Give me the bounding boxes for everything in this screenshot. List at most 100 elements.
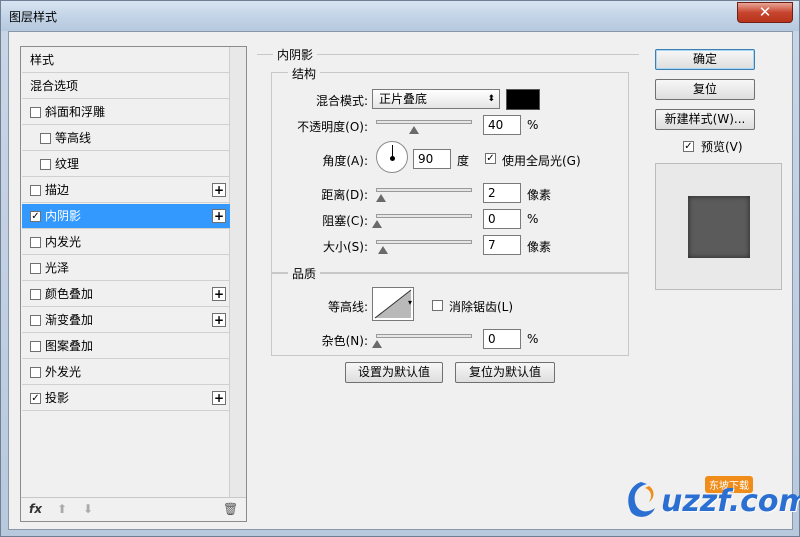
style-list-item-label: 颜色叠加: [45, 287, 94, 301]
distance-input[interactable]: 2: [483, 183, 521, 203]
distance-slider[interactable]: [376, 188, 472, 192]
section-title: 内阴影: [273, 46, 318, 63]
style-list-item[interactable]: 纹理: [22, 152, 230, 177]
style-list-item-label: 纹理: [55, 157, 80, 171]
style-checkbox[interactable]: [30, 289, 41, 300]
style-checkbox[interactable]: [30, 263, 41, 274]
style-checkbox[interactable]: [30, 107, 41, 118]
style-list-item[interactable]: 混合选项: [22, 74, 230, 99]
style-list-item[interactable]: 斜面和浮雕: [22, 100, 230, 125]
chevron-updown-icon: ⬍: [487, 94, 495, 104]
choke-slider[interactable]: [376, 214, 472, 218]
new-style-button[interactable]: 新建样式(W)...: [655, 109, 755, 130]
opacity-input[interactable]: 40: [483, 115, 521, 135]
angle-dial[interactable]: [376, 141, 408, 173]
choke-slider-thumb[interactable]: [372, 220, 382, 228]
choke-label: 阻塞(C):: [322, 214, 368, 228]
style-list-scrollbar[interactable]: [229, 47, 246, 499]
style-checkbox[interactable]: [30, 315, 41, 326]
style-list-item[interactable]: 等高线: [22, 126, 230, 151]
style-list-item[interactable]: 图案叠加: [22, 334, 230, 359]
add-style-instance-button[interactable]: +: [212, 209, 226, 223]
style-list-item-label: 光泽: [45, 261, 70, 275]
style-list-item[interactable]: ✓ 内阴影 +: [22, 204, 230, 229]
style-list-item[interactable]: 光泽: [22, 256, 230, 281]
opacity-slider-thumb[interactable]: [409, 126, 420, 134]
size-slider-thumb[interactable]: [378, 246, 388, 254]
add-style-instance-button[interactable]: +: [212, 183, 226, 197]
title-bar[interactable]: 图层样式 ✕: [1, 1, 799, 31]
style-list-item-label: 渐变叠加: [45, 313, 94, 327]
add-style-instance-button[interactable]: +: [212, 391, 226, 405]
shadow-color-swatch[interactable]: [506, 89, 540, 110]
style-checkbox[interactable]: [30, 237, 41, 248]
checkmark-icon: ✓: [684, 141, 693, 152]
style-checkbox[interactable]: ✓: [30, 211, 41, 222]
distance-label: 距离(D):: [321, 188, 368, 202]
style-checkbox[interactable]: [30, 341, 41, 352]
style-checkbox[interactable]: [30, 367, 41, 378]
style-list-item[interactable]: 颜色叠加 +: [22, 282, 230, 307]
style-list-item[interactable]: 样式: [22, 48, 230, 73]
reset-default-button[interactable]: 复位为默认值: [455, 362, 555, 383]
style-checkbox[interactable]: [30, 185, 41, 196]
noise-slider-thumb[interactable]: [372, 340, 382, 348]
contour-curve-icon: [374, 289, 412, 319]
style-list-item[interactable]: 外发光: [22, 360, 230, 385]
style-list-item-label: 样式: [30, 53, 55, 67]
style-checkbox[interactable]: [40, 133, 51, 144]
preview-checkbox[interactable]: ✓: [683, 141, 694, 152]
style-list-footer: fx ⬆ ⬇ 🗑: [21, 497, 246, 521]
distance-slider-thumb[interactable]: [376, 194, 386, 202]
style-checkbox[interactable]: ✓: [30, 393, 41, 404]
noise-unit: %: [527, 332, 539, 346]
checkmark-icon: ✓: [31, 393, 40, 404]
angle-input[interactable]: 90: [413, 149, 451, 169]
size-unit: 像素: [527, 240, 552, 254]
style-list-item-label: 外发光: [45, 365, 82, 379]
move-down-icon[interactable]: ⬇: [83, 502, 93, 516]
blend-mode-select[interactable]: 正片叠底 ⬍: [372, 89, 500, 109]
size-label: 大小(S):: [322, 240, 368, 254]
noise-label: 杂色(N):: [321, 334, 368, 348]
checkmark-icon: ✓: [486, 153, 495, 164]
quality-group: 品质 等高线: ▾ 消除锯齿(L) 杂色(N): 0 %: [271, 265, 629, 356]
style-list-item[interactable]: 描边 +: [22, 178, 230, 203]
style-list-item[interactable]: 内发光: [22, 230, 230, 255]
quality-title: 品质: [288, 265, 321, 282]
ok-button[interactable]: 确定: [655, 49, 755, 70]
opacity-label: 不透明度(O):: [297, 120, 368, 134]
add-style-instance-button[interactable]: +: [212, 287, 226, 301]
make-default-button[interactable]: 设置为默认值: [345, 362, 443, 383]
style-list-item[interactable]: ✓ 投影 +: [22, 386, 230, 411]
move-up-icon[interactable]: ⬆: [57, 502, 67, 516]
watermark-text: uzzf.com: [661, 484, 800, 519]
preview-swatch: [688, 196, 750, 258]
dialog-client-area: fx ⬆ ⬇ 🗑 样式 混合选项 斜面和浮雕 等高线 纹理 描边 + ✓ 内阴影 + 内发光 光泽 颜色…: [8, 31, 793, 530]
style-list-item-label: 投影: [45, 391, 70, 405]
anti-alias-checkbox[interactable]: [432, 300, 443, 311]
style-list-item-label: 图案叠加: [45, 339, 94, 353]
reset-button[interactable]: 复位: [655, 79, 755, 100]
checkmark-icon: ✓: [31, 211, 40, 222]
blend-mode-value: 正片叠底: [379, 92, 428, 106]
contour-dropdown-icon[interactable]: ▾: [408, 298, 412, 307]
noise-input[interactable]: 0: [483, 329, 521, 349]
layer-style-dialog: 图层样式 ✕ fx ⬆ ⬇ 🗑 样式 混合选项 斜面和浮雕 等高线 纹理 描边 + ✓ 内阴影 +…: [0, 0, 800, 537]
fx-icon[interactable]: fx: [29, 502, 42, 516]
close-button[interactable]: ✕: [737, 2, 793, 23]
style-list-item-label: 描边: [45, 183, 70, 197]
global-light-checkbox[interactable]: ✓: [485, 153, 496, 164]
size-slider[interactable]: [376, 240, 472, 244]
choke-input[interactable]: 0: [483, 209, 521, 229]
style-list-item-label: 等高线: [55, 131, 92, 145]
noise-slider[interactable]: [376, 334, 472, 338]
angle-unit: 度: [457, 154, 470, 168]
size-input[interactable]: 7: [483, 235, 521, 255]
style-list-item[interactable]: 渐变叠加 +: [22, 308, 230, 333]
add-style-instance-button[interactable]: +: [212, 313, 226, 327]
trash-icon[interactable]: 🗑: [223, 502, 238, 516]
structure-title: 结构: [288, 65, 321, 82]
opacity-slider[interactable]: [376, 120, 472, 124]
style-checkbox[interactable]: [40, 159, 51, 170]
